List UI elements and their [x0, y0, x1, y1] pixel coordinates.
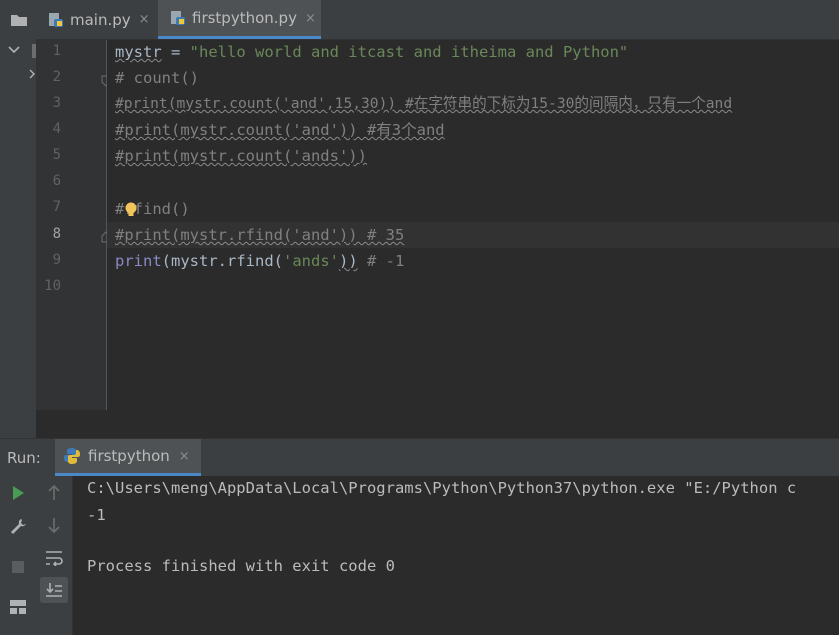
run-toolbar-primary — [0, 476, 37, 635]
editor-bottom-space — [36, 410, 839, 438]
code-line-8: #print(mystr.rfind('and')) # 35 — [115, 226, 405, 244]
lightbulb-icon[interactable] — [124, 202, 138, 222]
soft-wrap-icon[interactable] — [44, 548, 64, 568]
console-line-command: C:\Users\meng\AppData\Local\Programs\Pyt… — [87, 479, 797, 497]
arrow-up-icon[interactable] — [44, 484, 64, 502]
arrow-down-icon[interactable] — [44, 516, 64, 534]
tab-label: main.py — [70, 10, 131, 29]
run-console[interactable] — [73, 476, 839, 635]
code-line-4: #print(mystr.count('and')) #有3个and — [115, 121, 445, 139]
run-tab-label: firstpython — [88, 447, 170, 465]
run-tab[interactable]: firstpython × — [55, 439, 201, 476]
line-number: 3 — [52, 95, 61, 111]
line-number: 10 — [44, 278, 61, 294]
line-number: 1 — [52, 43, 61, 59]
tab-firstpython-py[interactable]: firstpython.py × — [158, 0, 321, 39]
chevron-right-icon[interactable] — [28, 68, 36, 80]
run-label: Run: — [7, 449, 41, 467]
line-number: 7 — [52, 199, 61, 215]
left-tool-strip — [0, 0, 37, 438]
line-number: 6 — [52, 173, 61, 189]
run-toolbar-secondary — [36, 476, 73, 635]
stop-icon[interactable] — [9, 558, 27, 576]
close-icon[interactable]: × — [179, 449, 190, 464]
tab-main-py[interactable]: main.py × — [48, 0, 158, 39]
code-line-3: #print(mystr.count('and',15,30)) #在字符串的下… — [115, 95, 733, 112]
layout-icon[interactable] — [8, 598, 28, 616]
python-file-icon — [48, 12, 64, 28]
scroll-to-end-icon[interactable] — [40, 577, 68, 603]
line-number: 4 — [52, 121, 61, 137]
code-line-9: print(mystr.rfind('ands')) # -1 — [115, 252, 405, 270]
python-icon — [63, 447, 81, 465]
run-panel-header: Run: firstpython × — [0, 438, 839, 477]
editor-tab-bar: main.py × firstpython.py × — [36, 0, 839, 40]
close-icon[interactable]: × — [305, 11, 316, 26]
rerun-play-icon[interactable] — [9, 484, 27, 502]
console-line-exit: Process finished with exit code 0 — [87, 557, 395, 575]
close-icon[interactable]: × — [139, 12, 150, 27]
wrench-icon[interactable] — [8, 516, 28, 536]
chevron-down-icon[interactable] — [6, 44, 22, 56]
line-number: 9 — [52, 252, 61, 268]
code-line-2: # count() — [115, 69, 199, 87]
tab-label: firstpython.py — [192, 9, 297, 27]
console-line-output: -1 — [87, 506, 106, 524]
code-line-5: #print(mystr.count('ands')) — [115, 147, 367, 165]
line-number: 5 — [52, 147, 61, 163]
line-number: 2 — [52, 69, 61, 85]
code-line-1: mystr = "hello world and itcast and ithe… — [115, 43, 629, 61]
line-number-current: 8 — [52, 226, 61, 242]
python-file-icon — [170, 10, 186, 26]
project-folder-icon[interactable] — [9, 11, 29, 29]
